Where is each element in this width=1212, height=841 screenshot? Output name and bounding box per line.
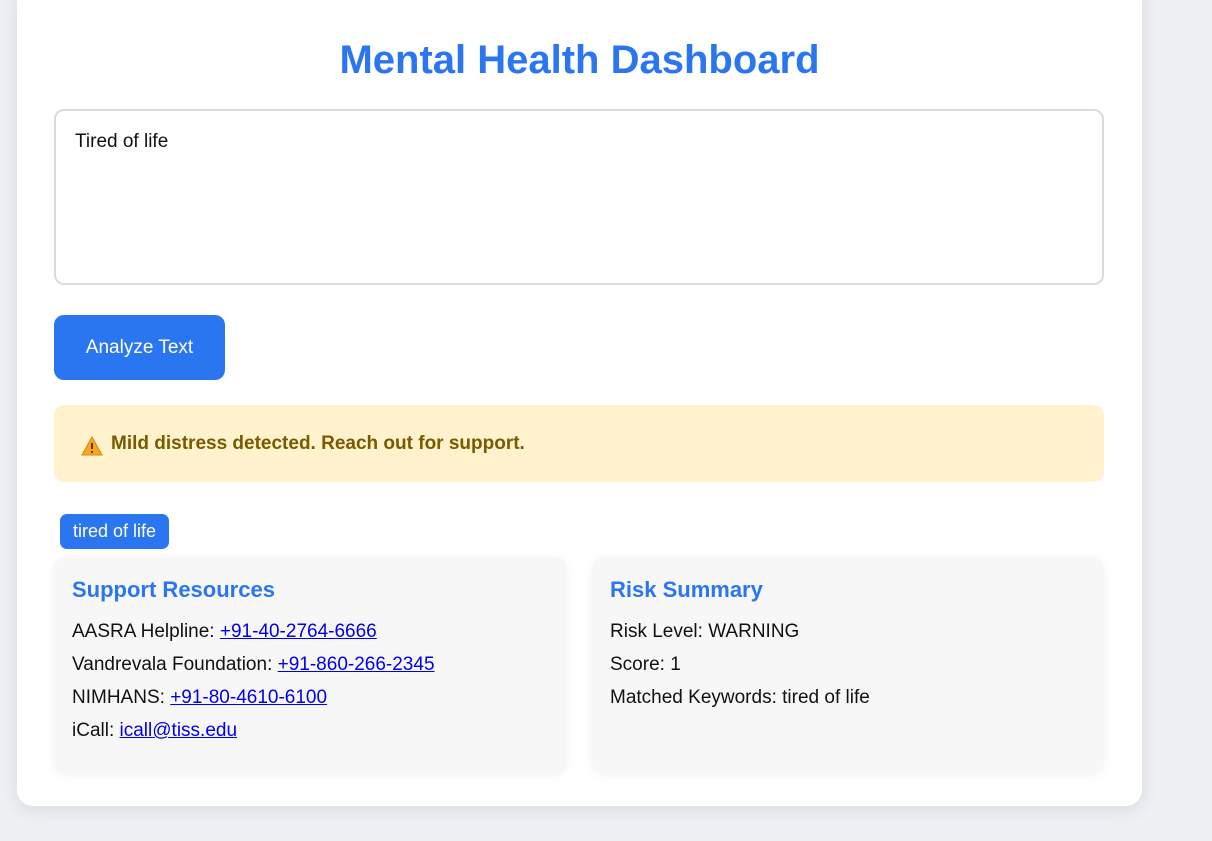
- risk-summary-heading: Risk Summary: [610, 577, 763, 602]
- page-title: Mental Health Dashboard: [339, 38, 820, 82]
- warning-icon: [81, 435, 103, 456]
- support-resources-panel: Support Resources AASRA Helpline: +91-40…: [54, 557, 567, 773]
- distress-alert: Mild distress detected. Reach out for su…: [54, 405, 1104, 482]
- resource-link[interactable]: +91-80-4610-6100: [170, 687, 327, 708]
- resource-item: AASRA Helpline: +91-40-2764-6666: [72, 615, 549, 648]
- support-resources-heading: Support Resources: [72, 577, 275, 602]
- keyword-tag: tired of life: [60, 514, 170, 549]
- resource-link[interactable]: +91-40-2764-6666: [220, 621, 377, 642]
- resource-label: Vandrevala Foundation:: [72, 654, 278, 675]
- resource-link[interactable]: +91-860-266-2345: [278, 654, 435, 675]
- risk-level: Risk Level: WARNING: [610, 621, 800, 642]
- resource-label: iCall:: [72, 720, 120, 741]
- resource-label: AASRA Helpline:: [72, 621, 220, 642]
- matched-keywords: Matched Keywords: tired of life: [610, 687, 870, 708]
- resource-item: Vandrevala Foundation: +91-860-266-2345: [72, 648, 549, 681]
- resource-label: NIMHANS:: [72, 687, 171, 708]
- risk-score: Score: 1: [610, 654, 681, 675]
- resource-item: NIMHANS: +91-80-4610-6100: [72, 681, 549, 714]
- analyze-button[interactable]: Analyze Text: [54, 315, 225, 380]
- resource-link[interactable]: icall@tiss.edu: [120, 720, 238, 741]
- alert-message: Mild distress detected. Reach out for su…: [111, 432, 525, 454]
- resource-item: iCall: icall@tiss.edu: [72, 714, 549, 747]
- text-input[interactable]: [54, 109, 1104, 285]
- dashboard-card: Mental Health Dashboard Analyze Text Mil…: [17, 0, 1142, 806]
- risk-summary-panel: Risk Summary Risk Level: WARNING Score: …: [592, 557, 1104, 773]
